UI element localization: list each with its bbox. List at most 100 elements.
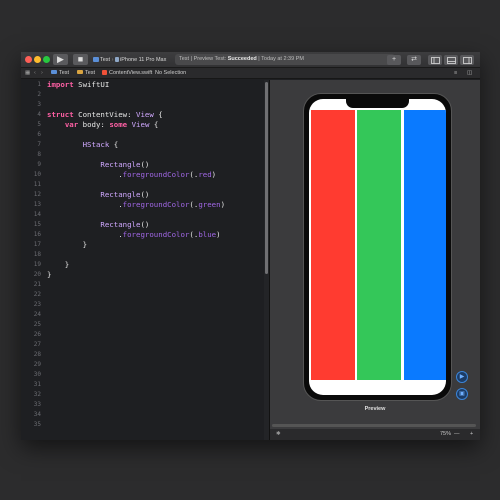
- line-number: 33: [33, 401, 41, 408]
- line-number: 9: [37, 161, 41, 168]
- breadcrumb-project-label: Test: [59, 70, 70, 76]
- preview-canvas: ▶ ▣ Preview ✱ — 75% +: [270, 80, 480, 440]
- code-line: var body: some View {: [64, 120, 159, 129]
- device-icon: ▣: [459, 391, 465, 397]
- preview-label: Preview: [364, 406, 386, 412]
- code-line: Rectangle(): [100, 160, 150, 169]
- scheme-device: iPhone 11 Pro Max: [120, 57, 167, 63]
- activity-status: Test | Preview Test: Succeeded | Today a…: [175, 54, 395, 65]
- blue-rectangle: [404, 110, 446, 380]
- minimize-window-button[interactable]: [34, 56, 41, 63]
- breadcrumb-folder-label: Test: [85, 70, 96, 76]
- close-window-button[interactable]: [25, 56, 32, 63]
- navigator-toggle-button[interactable]: [428, 55, 442, 65]
- line-number: 28: [33, 351, 41, 358]
- debug-area-toggle-button[interactable]: [444, 55, 458, 65]
- editor-options-icon[interactable]: ≡: [454, 68, 457, 79]
- code-line: HStack {: [82, 140, 119, 149]
- preview-on-device-button[interactable]: ▣: [456, 388, 468, 400]
- zoom-out-button[interactable]: —: [454, 429, 460, 440]
- toolbar: ▶ ■ Test › iPhone 11 Pro Max Test | Prev…: [21, 52, 480, 68]
- canvas-bottom-bar: ✱ — 75% +: [270, 429, 480, 440]
- line-number: 27: [33, 341, 41, 348]
- line-number: 34: [33, 411, 41, 418]
- swift-file-icon: [102, 70, 107, 75]
- code-line: }: [47, 260, 70, 269]
- line-number: 19: [33, 261, 41, 268]
- breadcrumb-folder[interactable]: Test: [77, 68, 95, 79]
- scheme-project: Test: [100, 57, 111, 63]
- sidebar-right-icon: [462, 56, 472, 64]
- line-number: 29: [33, 361, 41, 368]
- bottom-panel-icon: [446, 56, 456, 64]
- forward-button[interactable]: ›: [41, 68, 43, 79]
- scheme-selector[interactable]: Test › iPhone 11 Pro Max: [93, 55, 166, 65]
- stop-icon: ■: [77, 54, 84, 64]
- line-number: 23: [33, 301, 41, 308]
- xcode-window: ▶ ■ Test › iPhone 11 Pro Max Test | Prev…: [21, 52, 480, 440]
- status-suffix: | Today at 2:39 PM: [256, 56, 304, 62]
- status-prefix: Test | Preview Test:: [179, 56, 228, 62]
- breadcrumb-file-label: ContentView.swift: [109, 70, 153, 76]
- line-number: 35: [33, 421, 41, 428]
- code-line: .foregroundColor(.red): [47, 170, 217, 179]
- library-button[interactable]: +: [387, 55, 401, 65]
- inspector-toggle-button[interactable]: [460, 55, 474, 65]
- line-number: 11: [33, 181, 41, 188]
- breadcrumb-selection[interactable]: No Selection: [155, 68, 186, 79]
- code-editor[interactable]: import SwiftUI struct ContentView: View …: [45, 80, 264, 440]
- project-icon: [51, 70, 57, 74]
- editor-scrollbar-thumb[interactable]: [265, 82, 268, 274]
- line-number: 3: [37, 101, 41, 108]
- line-number: 4: [37, 111, 41, 118]
- red-rectangle: [311, 110, 355, 380]
- status-result: Succeeded: [227, 56, 257, 62]
- device-screen: [309, 99, 446, 395]
- breadcrumb-selection-label: No Selection: [155, 70, 187, 76]
- zoom-level[interactable]: 75%: [440, 429, 451, 440]
- code-line: import SwiftUI: [47, 80, 110, 89]
- app-target-icon: [93, 57, 99, 62]
- sidebar-left-icon: [430, 56, 440, 64]
- back-button[interactable]: ‹: [34, 68, 36, 79]
- zoom-in-button[interactable]: +: [470, 429, 473, 440]
- line-number: 24: [33, 311, 41, 318]
- jump-bar: ▦ ‹ › Test Test ContentView.swift No Sel…: [21, 68, 480, 79]
- line-number: 32: [33, 391, 41, 398]
- pin-icon[interactable]: ✱: [276, 429, 281, 440]
- split-editor-icon[interactable]: ◫: [467, 68, 472, 79]
- code-line: .foregroundColor(.green): [47, 200, 226, 209]
- zoom-window-button[interactable]: [43, 56, 50, 63]
- line-number: 20: [33, 271, 41, 278]
- review-changes-button[interactable]: ⇄: [407, 55, 421, 65]
- related-items-icon[interactable]: ▦: [25, 68, 30, 79]
- live-preview-button[interactable]: ▶: [456, 371, 468, 383]
- code-line: Rectangle(): [100, 190, 150, 199]
- canvas-scrollbar[interactable]: [272, 424, 476, 427]
- line-number: 13: [33, 201, 41, 208]
- line-number: 22: [33, 291, 41, 298]
- breadcrumb-project[interactable]: Test: [51, 68, 69, 79]
- green-rectangle: [357, 110, 401, 380]
- line-number: 30: [33, 371, 41, 378]
- device-icon: [115, 57, 119, 62]
- line-number: 21: [33, 281, 41, 288]
- line-number: 25: [33, 321, 41, 328]
- notch: [346, 99, 409, 108]
- play-icon: ▶: [459, 374, 465, 380]
- line-number: 2: [37, 91, 41, 98]
- line-number: 15: [33, 221, 41, 228]
- run-button[interactable]: ▶: [53, 54, 68, 65]
- line-number: 10: [33, 171, 41, 178]
- breadcrumb-file[interactable]: ContentView.swift: [102, 68, 152, 79]
- code-line: }: [47, 270, 52, 279]
- code-line: struct ContentView: View {: [47, 110, 163, 119]
- code-line: Rectangle(): [100, 220, 150, 229]
- line-number: 8: [37, 151, 41, 158]
- code-line: }: [47, 240, 88, 249]
- line-number: 26: [33, 331, 41, 338]
- stop-button[interactable]: ■: [73, 54, 88, 65]
- line-number: 6: [37, 131, 41, 138]
- line-number-gutter: 1 2 3 4 5 6 7 8 9 10 11 12 13 14 15 16 17 18 19 20 21 22 23 24 2…: [21, 80, 45, 440]
- line-number: 5: [37, 121, 41, 128]
